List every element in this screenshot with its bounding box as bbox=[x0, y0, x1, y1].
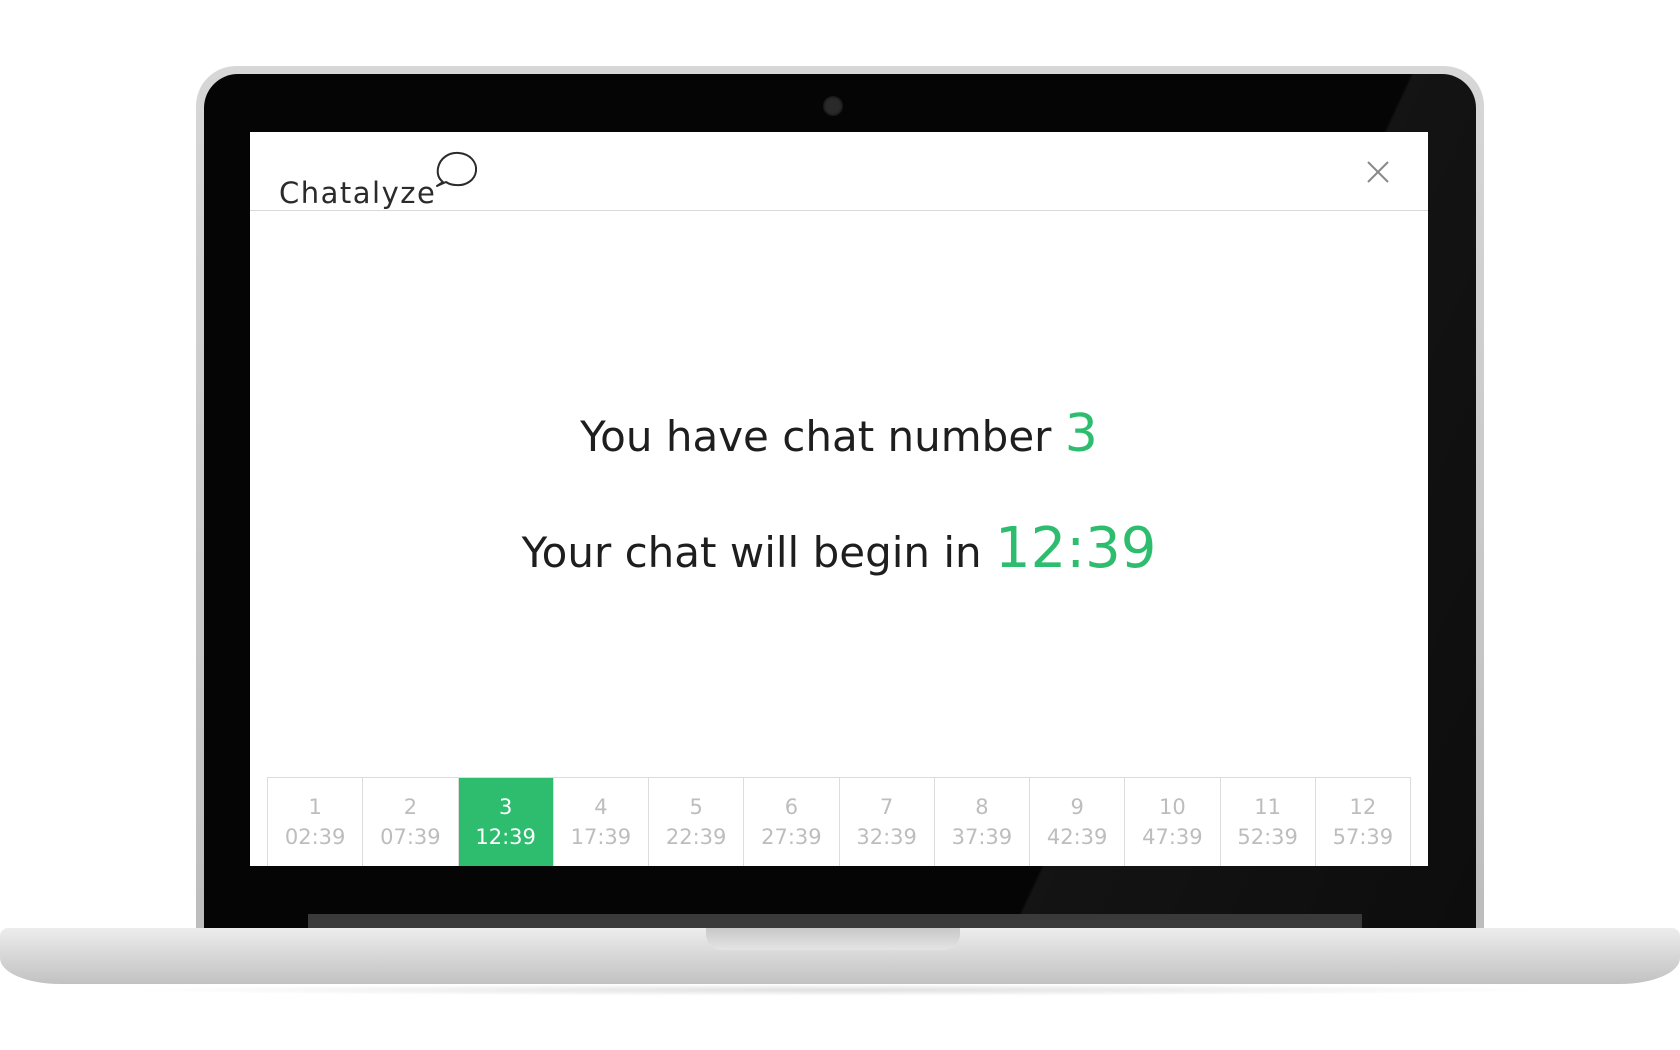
slot-item[interactable]: 12 57:39 bbox=[1316, 778, 1410, 866]
slot-time: 52:39 bbox=[1237, 825, 1298, 849]
slot-item[interactable]: 5 22:39 bbox=[649, 778, 745, 866]
slot-time: 47:39 bbox=[1142, 825, 1203, 849]
slot-time: 42:39 bbox=[1046, 825, 1108, 849]
hinge bbox=[308, 914, 1362, 928]
app-window: Chatalyze You have chat number 3 Your ch… bbox=[250, 132, 1428, 866]
slot-time: 02:39 bbox=[284, 825, 346, 849]
slot-number: 1 bbox=[308, 795, 322, 819]
slot-item[interactable]: 1 02:39 bbox=[268, 778, 364, 866]
countdown-value: 12:39 bbox=[995, 516, 1157, 581]
slot-time: 32:39 bbox=[856, 825, 917, 849]
slot-number: 10 bbox=[1159, 795, 1186, 819]
slot-number: 3 bbox=[498, 795, 513, 819]
slot-number: 8 bbox=[975, 795, 989, 819]
slot-time: 57:39 bbox=[1332, 825, 1394, 849]
slot-number: 12 bbox=[1349, 795, 1377, 819]
slot-item[interactable]: 6 27:39 bbox=[744, 778, 840, 866]
slot-number: 11 bbox=[1254, 795, 1281, 819]
slot-time: 17:39 bbox=[570, 825, 632, 849]
lid-notch bbox=[706, 928, 960, 950]
chat-number-line: You have chat number 3 bbox=[250, 404, 1428, 464]
slot-item[interactable]: 8 37:39 bbox=[935, 778, 1030, 866]
countdown-label: Your chat will begin in bbox=[521, 528, 982, 577]
slot-number: 6 bbox=[784, 795, 799, 819]
slot-item[interactable]: 10 47:39 bbox=[1125, 778, 1221, 866]
camera-icon bbox=[823, 96, 843, 116]
slot-item[interactable]: 4 17:39 bbox=[554, 778, 649, 866]
slot-item[interactable]: 9 42:39 bbox=[1030, 778, 1126, 866]
slot-number: 5 bbox=[689, 795, 703, 819]
slot-item[interactable]: 2 07:39 bbox=[363, 778, 459, 866]
queue-status: You have chat number 3 Your chat will be… bbox=[250, 132, 1428, 866]
slot-time: 12:39 bbox=[475, 825, 536, 849]
slot-number: 7 bbox=[879, 795, 894, 819]
slot-time: 22:39 bbox=[665, 825, 727, 849]
slot-time: 27:39 bbox=[761, 825, 822, 849]
slot-item[interactable]: 11 52:39 bbox=[1221, 778, 1316, 866]
slot-number: 2 bbox=[403, 795, 418, 819]
chat-number-value: 3 bbox=[1064, 404, 1098, 464]
slot-number: 9 bbox=[1070, 795, 1084, 819]
slot-item[interactable]: 7 32:39 bbox=[840, 778, 935, 866]
slot-number: 4 bbox=[594, 795, 608, 819]
slot-time: 37:39 bbox=[951, 825, 1013, 849]
slot-bar: 1 02:39 2 07:39 3 12:39 4 17:39 5 22:39 6 27:39 7 32:… bbox=[267, 777, 1411, 866]
slot-time: 07:39 bbox=[380, 825, 441, 849]
laptop-frame: Chatalyze You have chat number 3 Your ch… bbox=[0, 0, 1680, 1050]
chat-number-label: You have chat number bbox=[580, 412, 1052, 461]
countdown-line: Your chat will begin in 12:39 bbox=[250, 516, 1428, 581]
slot-item[interactable]: 3 12:39 bbox=[458, 778, 554, 866]
